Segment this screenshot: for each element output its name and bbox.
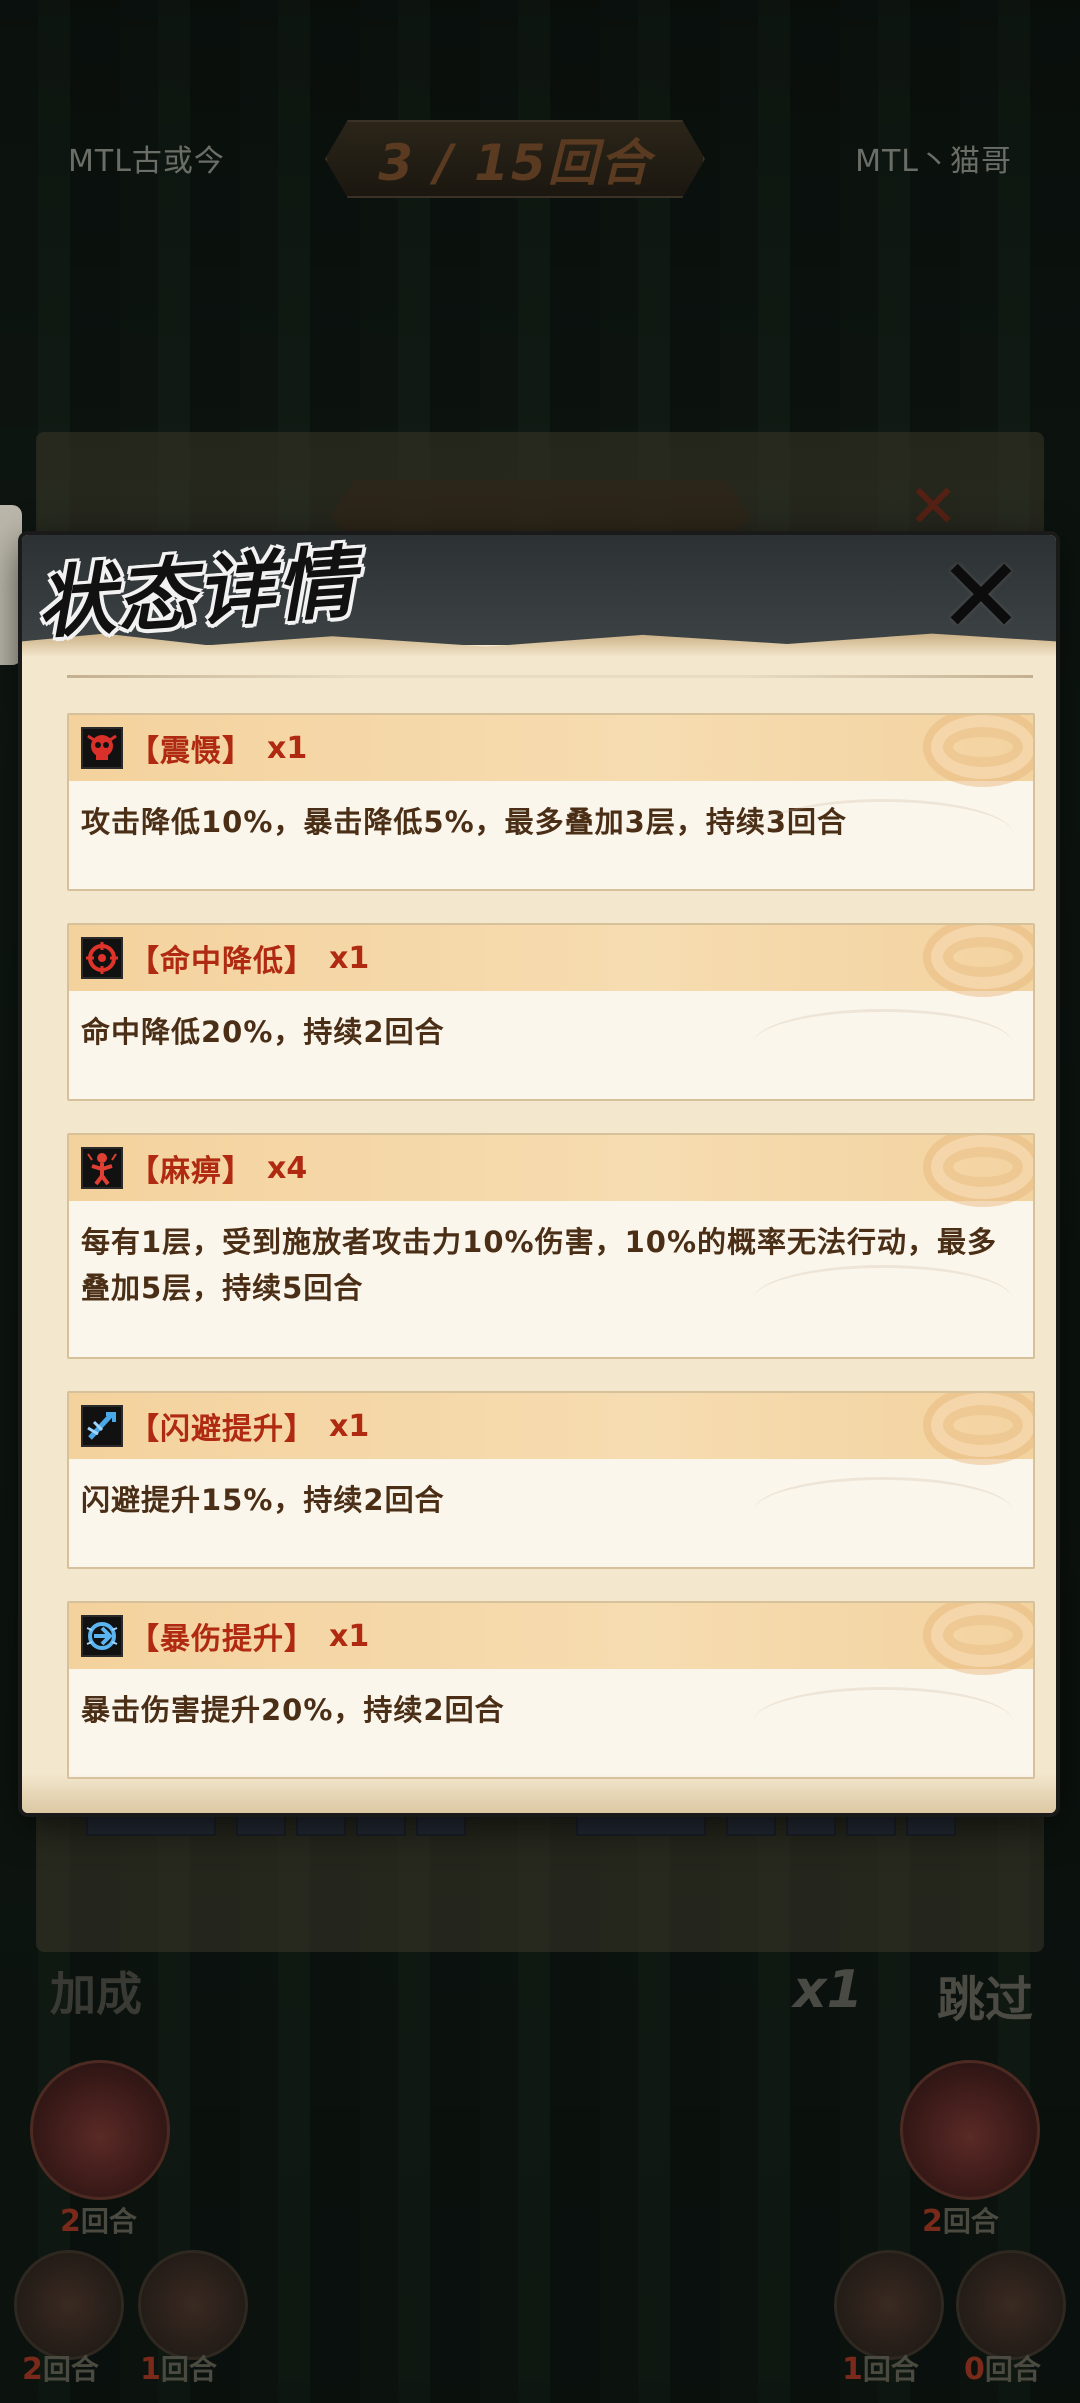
status-stack: x1 (329, 940, 370, 976)
status-card-header: 【麻痹】 x4 (69, 1135, 1033, 1207)
wave-ornament (753, 1009, 1013, 1079)
turn-counter: 1回合 (842, 2352, 919, 2387)
right-skill-orb[interactable] (834, 2250, 944, 2360)
turn-counter: 2回合 (60, 2204, 137, 2239)
modal-title: 状态详情 (33, 536, 360, 651)
wave-ornament (753, 1477, 1013, 1547)
status-description: 闪避提升15%，持续2回合 (69, 1459, 1033, 1541)
skull-fear-icon (81, 727, 123, 769)
status-card-header: 【震慑】 x1 (69, 715, 1033, 787)
status-stack: x1 (329, 1408, 370, 1444)
status-card-header: 【暴伤提升】 x1 (69, 1603, 1033, 1675)
right-player-name: MTL丶猫哥 (855, 144, 1012, 179)
wave-ornament (753, 1265, 1013, 1335)
crit-damage-up-icon (81, 1615, 123, 1657)
turn-counter: 2回合 (22, 2352, 99, 2387)
status-details-modal: 状态详情 ✕ 【震慑】 x1 攻击降低10%，暴击降低5%，最多叠加3层，持续3… (22, 535, 1056, 1813)
bonus-button[interactable]: 加成 (50, 1958, 142, 2024)
status-name: 【震慑】 (129, 734, 253, 769)
underlying-skill-strip (86, 1810, 996, 1840)
wave-ornament (753, 799, 1013, 869)
status-description: 每有1层，受到施放者攻击力10%伤害，10%的概率无法行动，最多叠加5层，持续5… (69, 1201, 1033, 1329)
swirl-ornament (923, 925, 1033, 997)
round-counter: 3 / 15回合 (378, 134, 652, 192)
status-description: 命中降低20%，持续2回合 (69, 991, 1033, 1073)
crosshair-icon (81, 937, 123, 979)
left-skill-orb[interactable] (14, 2250, 124, 2360)
close-x-icon[interactable]: ✕ (926, 535, 1036, 657)
status-card: 【命中降低】 x1 命中降低20%，持续2回合 (67, 923, 1035, 1101)
right-skill-orb[interactable] (956, 2250, 1066, 2360)
status-card: 【麻痹】 x4 每有1层，受到施放者攻击力10%伤害，10%的概率无法行动，最多… (67, 1133, 1035, 1359)
status-card-header: 【命中降低】 x1 (69, 925, 1033, 997)
modal-title-wrap: 状态详情 (34, 535, 396, 657)
side-tab-handle[interactable] (0, 505, 22, 665)
right-fan-skill-icon[interactable] (900, 2060, 1040, 2200)
left-fan-skill-icon[interactable] (30, 2060, 170, 2200)
turn-counter: 2回合 (922, 2204, 999, 2239)
status-description: 暴击伤害提升20%，持续2回合 (69, 1669, 1033, 1751)
status-card-header: 【闪避提升】 x1 (69, 1393, 1033, 1465)
status-name: 【暴伤提升】 (129, 1622, 315, 1657)
status-stack: x1 (267, 730, 308, 766)
round-banner: 3 / 15回合 (325, 120, 705, 198)
battle-top-bar: MTL古或今 3 / 15回合 MTL丶猫哥 (0, 120, 1080, 198)
paralysis-icon (81, 1147, 123, 1189)
swirl-ornament (923, 1393, 1033, 1465)
speed-button[interactable]: x1 (778, 1950, 878, 2030)
swirl-ornament (923, 715, 1033, 787)
wave-ornament (753, 1687, 1013, 1757)
status-stack: x1 (329, 1618, 370, 1654)
status-card: 【震慑】 x1 攻击降低10%，暴击降低5%，最多叠加3层，持续3回合 (67, 713, 1035, 891)
left-player-name: MTL古或今 (68, 144, 225, 179)
left-skill-orb[interactable] (138, 2250, 248, 2360)
turn-counter: 0回合 (964, 2352, 1041, 2387)
dodge-up-icon (81, 1405, 123, 1447)
status-card: 【闪避提升】 x1 闪避提升15%，持续2回合 (67, 1391, 1035, 1569)
swirl-ornament (923, 1603, 1033, 1675)
status-description: 攻击降低10%，暴击降低5%，最多叠加3层，持续3回合 (69, 781, 1033, 863)
status-card: 【暴伤提升】 x1 暴击伤害提升20%，持续2回合 (67, 1601, 1035, 1779)
modal-divider (67, 675, 1033, 678)
skip-button[interactable]: 跳过 (930, 1955, 1040, 2035)
swirl-ornament (923, 1135, 1033, 1207)
status-name: 【麻痹】 (129, 1154, 253, 1189)
underlying-close-icon: ✕ (908, 472, 959, 542)
turn-counter: 1回合 (140, 2352, 217, 2387)
status-stack: x4 (267, 1150, 308, 1186)
status-name: 【闪避提升】 (129, 1412, 315, 1447)
modal-bottom-edge (22, 1773, 1056, 1813)
status-name: 【命中降低】 (129, 944, 315, 979)
